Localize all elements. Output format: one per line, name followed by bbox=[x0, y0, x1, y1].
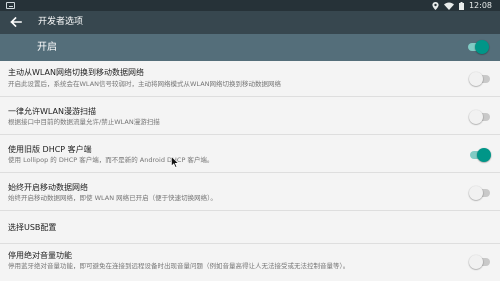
master-switch-label: 开启 bbox=[37, 42, 57, 53]
setting-row-wlan-to-mobile[interactable]: 主动从WLAN网络切换到移动数据网络 开启此设置后，系统会在WLAN信号较弱时，… bbox=[0, 61, 500, 97]
image-notification-icon bbox=[6, 2, 15, 9]
setting-row-usb-config[interactable]: 选择USB配置 bbox=[0, 211, 500, 244]
switch-thumb bbox=[475, 40, 489, 54]
setting-row-legacy-dhcp[interactable]: 使用旧版 DHCP 客户端 使用 Lollipop 的 DHCP 客户端，而不是… bbox=[0, 135, 500, 173]
location-icon bbox=[432, 1, 439, 10]
setting-summary: 停用蓝牙绝对音量功能，即可避免在连接到远程设备时出现音量问题（例如音量高得让人无… bbox=[8, 262, 350, 270]
toggle-switch-absolute-volume[interactable] bbox=[469, 255, 491, 269]
status-bar: 12:08 bbox=[0, 0, 500, 11]
setting-title: 始终开启移动数据网络 bbox=[8, 183, 88, 192]
toggle-switch-legacy-dhcp[interactable] bbox=[469, 148, 491, 162]
setting-row-mobile-data-always-on[interactable]: 始终开启移动数据网络 始终开启移动数据网络，即使 WLAN 网络已开启（便于快速… bbox=[0, 173, 500, 211]
status-time: 12:08 bbox=[468, 1, 492, 10]
setting-title: 一律允许WLAN漫游扫描 bbox=[8, 107, 97, 116]
battery-icon bbox=[458, 1, 464, 10]
toggle-switch-mobile-data-always-on[interactable] bbox=[469, 186, 491, 200]
switch-thumb bbox=[469, 255, 483, 269]
toggle-switch-wlan-to-mobile[interactable] bbox=[469, 72, 491, 86]
setting-summary: 开启此设置后，系统会在WLAN信号较弱时，主动将网络模式从WLAN网络切换到移动… bbox=[8, 80, 282, 88]
setting-title: 使用旧版 DHCP 客户端 bbox=[8, 145, 92, 154]
setting-title: 停用绝对音量功能 bbox=[8, 251, 72, 260]
switch-thumb bbox=[469, 72, 483, 86]
setting-summary: 使用 Lollipop 的 DHCP 客户端，而不是新的 Android DHC… bbox=[8, 156, 214, 164]
page-title: 开发者选项 bbox=[38, 17, 84, 27]
switch-thumb bbox=[469, 186, 483, 200]
switch-thumb bbox=[469, 110, 483, 124]
app-toolbar: 开发者选项 bbox=[0, 11, 500, 34]
setting-summary: 始终开启移动数据网络，即使 WLAN 网络已开启（便于快速切换网络）。 bbox=[8, 194, 217, 202]
wifi-icon bbox=[443, 2, 454, 10]
master-switch-bar[interactable]: 开启 bbox=[0, 34, 500, 61]
arrow-back-icon[interactable] bbox=[9, 15, 23, 29]
setting-row-absolute-volume[interactable]: 停用绝对音量功能 停用蓝牙绝对音量功能，即可避免在连接到远程设备时出现音量问题（… bbox=[0, 244, 500, 281]
setting-summary: 根据接口中目前的数据流量允许/禁止WLAN漫游扫描 bbox=[8, 118, 160, 126]
setting-title: 主动从WLAN网络切换到移动数据网络 bbox=[8, 68, 145, 77]
toggle-switch-wlan-roam-scan[interactable] bbox=[469, 110, 491, 124]
switch-thumb bbox=[477, 148, 491, 162]
master-toggle-switch[interactable] bbox=[467, 40, 489, 54]
setting-title: 选择USB配置 bbox=[8, 223, 57, 232]
mouse-pointer-icon bbox=[171, 156, 179, 168]
setting-row-wlan-roam-scan[interactable]: 一律允许WLAN漫游扫描 根据接口中目前的数据流量允许/禁止WLAN漫游扫描 bbox=[0, 97, 500, 135]
